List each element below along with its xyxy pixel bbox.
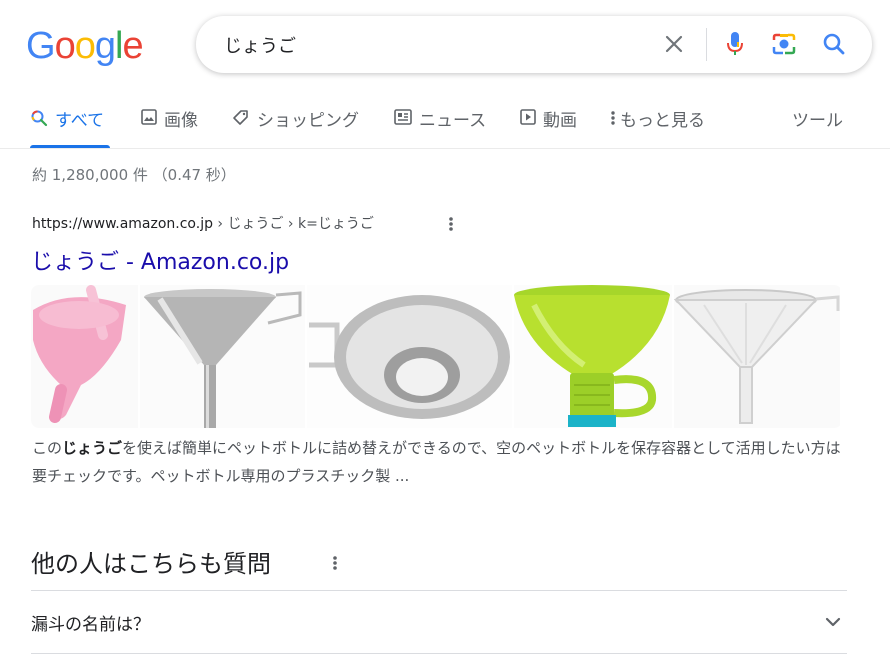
paa-question-item[interactable]: 漏斗の名前は？ (31, 591, 847, 653)
logo-letter: G (26, 25, 56, 67)
result-snippet: このじょうごを使えば簡単にペットボトルに詰め替えができるので、空のペットボトルを… (32, 434, 847, 490)
result-breadcrumb: › じょうご › k=じょうご (212, 216, 374, 232)
tab-tools[interactable]: ツール (792, 106, 843, 148)
tab-more[interactable]: もっと見る (610, 106, 705, 148)
result-title-link[interactable]: じょうご - Amazon.co.jp (31, 244, 289, 276)
search-input[interactable]: じょうご (224, 32, 296, 58)
tab-videos[interactable]: 動画 (520, 106, 577, 148)
result-image-strip (31, 285, 842, 428)
tab-label: すべて (55, 111, 105, 131)
tab-all[interactable]: すべて (30, 106, 104, 148)
logo-letter: o (74, 25, 96, 67)
paa-divider (31, 653, 847, 654)
result-url[interactable]: https://www.amazon.co.jp › じょうご › k=じょうご (32, 213, 374, 233)
result-url-domain: https://www.amazon.co.jp (32, 216, 213, 232)
result-image-clear-funnel[interactable] (674, 285, 840, 428)
result-image-steel-funnel[interactable] (140, 285, 305, 428)
tab-label: 動画 (543, 111, 577, 131)
search-icon (31, 110, 48, 127)
tab-shopping[interactable]: ショッピング (232, 106, 359, 148)
snippet-highlight: じょうご (62, 439, 123, 457)
more-vert-icon (611, 111, 615, 125)
search-icon[interactable] (820, 30, 848, 58)
google-logo[interactable]: Google (26, 25, 144, 67)
tab-news[interactable]: ニュース (394, 106, 486, 148)
search-box[interactable]: じょうご (196, 16, 872, 73)
mic-icon[interactable] (721, 30, 749, 58)
logo-letter: o (54, 25, 76, 67)
chevron-down-icon[interactable] (825, 613, 841, 632)
snippet-text: この (32, 439, 63, 457)
paa-question-text: 漏斗の名前は？ (31, 615, 150, 635)
search-divider (706, 28, 707, 61)
image-icon (141, 109, 157, 125)
result-image-jar-funnel[interactable] (307, 285, 512, 428)
tabs-divider (0, 148, 890, 149)
result-more-options-icon[interactable] (444, 214, 458, 234)
logo-letter: e (122, 25, 143, 67)
clear-icon[interactable] (660, 30, 688, 58)
result-image-green-funnel[interactable] (514, 285, 672, 428)
play-icon (520, 109, 536, 125)
result-stats: 約 1,280,000 件 （0.47 秒） (32, 166, 236, 184)
result-image-pink-funnel[interactable] (31, 285, 138, 428)
people-also-ask-heading: 他の人はこちらも質問 (31, 550, 271, 578)
snippet-text: を使えば簡単にペットボトルに詰め替えができるので、空のペットボトルを保存容器とし… (32, 439, 841, 485)
tab-label: ショッピング (257, 111, 359, 131)
tab-label: ツール (792, 111, 843, 131)
tag-icon (233, 110, 248, 125)
logo-letter: g (94, 25, 116, 67)
tab-label: 画像 (164, 111, 198, 131)
news-icon (394, 109, 412, 125)
tab-label: もっと見る (620, 111, 705, 131)
paa-more-options-icon[interactable] (328, 552, 342, 574)
camera-lens-icon[interactable] (770, 30, 798, 58)
search-tabs: すべて 画像 ショッピング ニュース 動画 もっと見る ツール (30, 106, 860, 148)
tab-images[interactable]: 画像 (141, 106, 198, 148)
tab-label: ニュース (419, 111, 487, 131)
